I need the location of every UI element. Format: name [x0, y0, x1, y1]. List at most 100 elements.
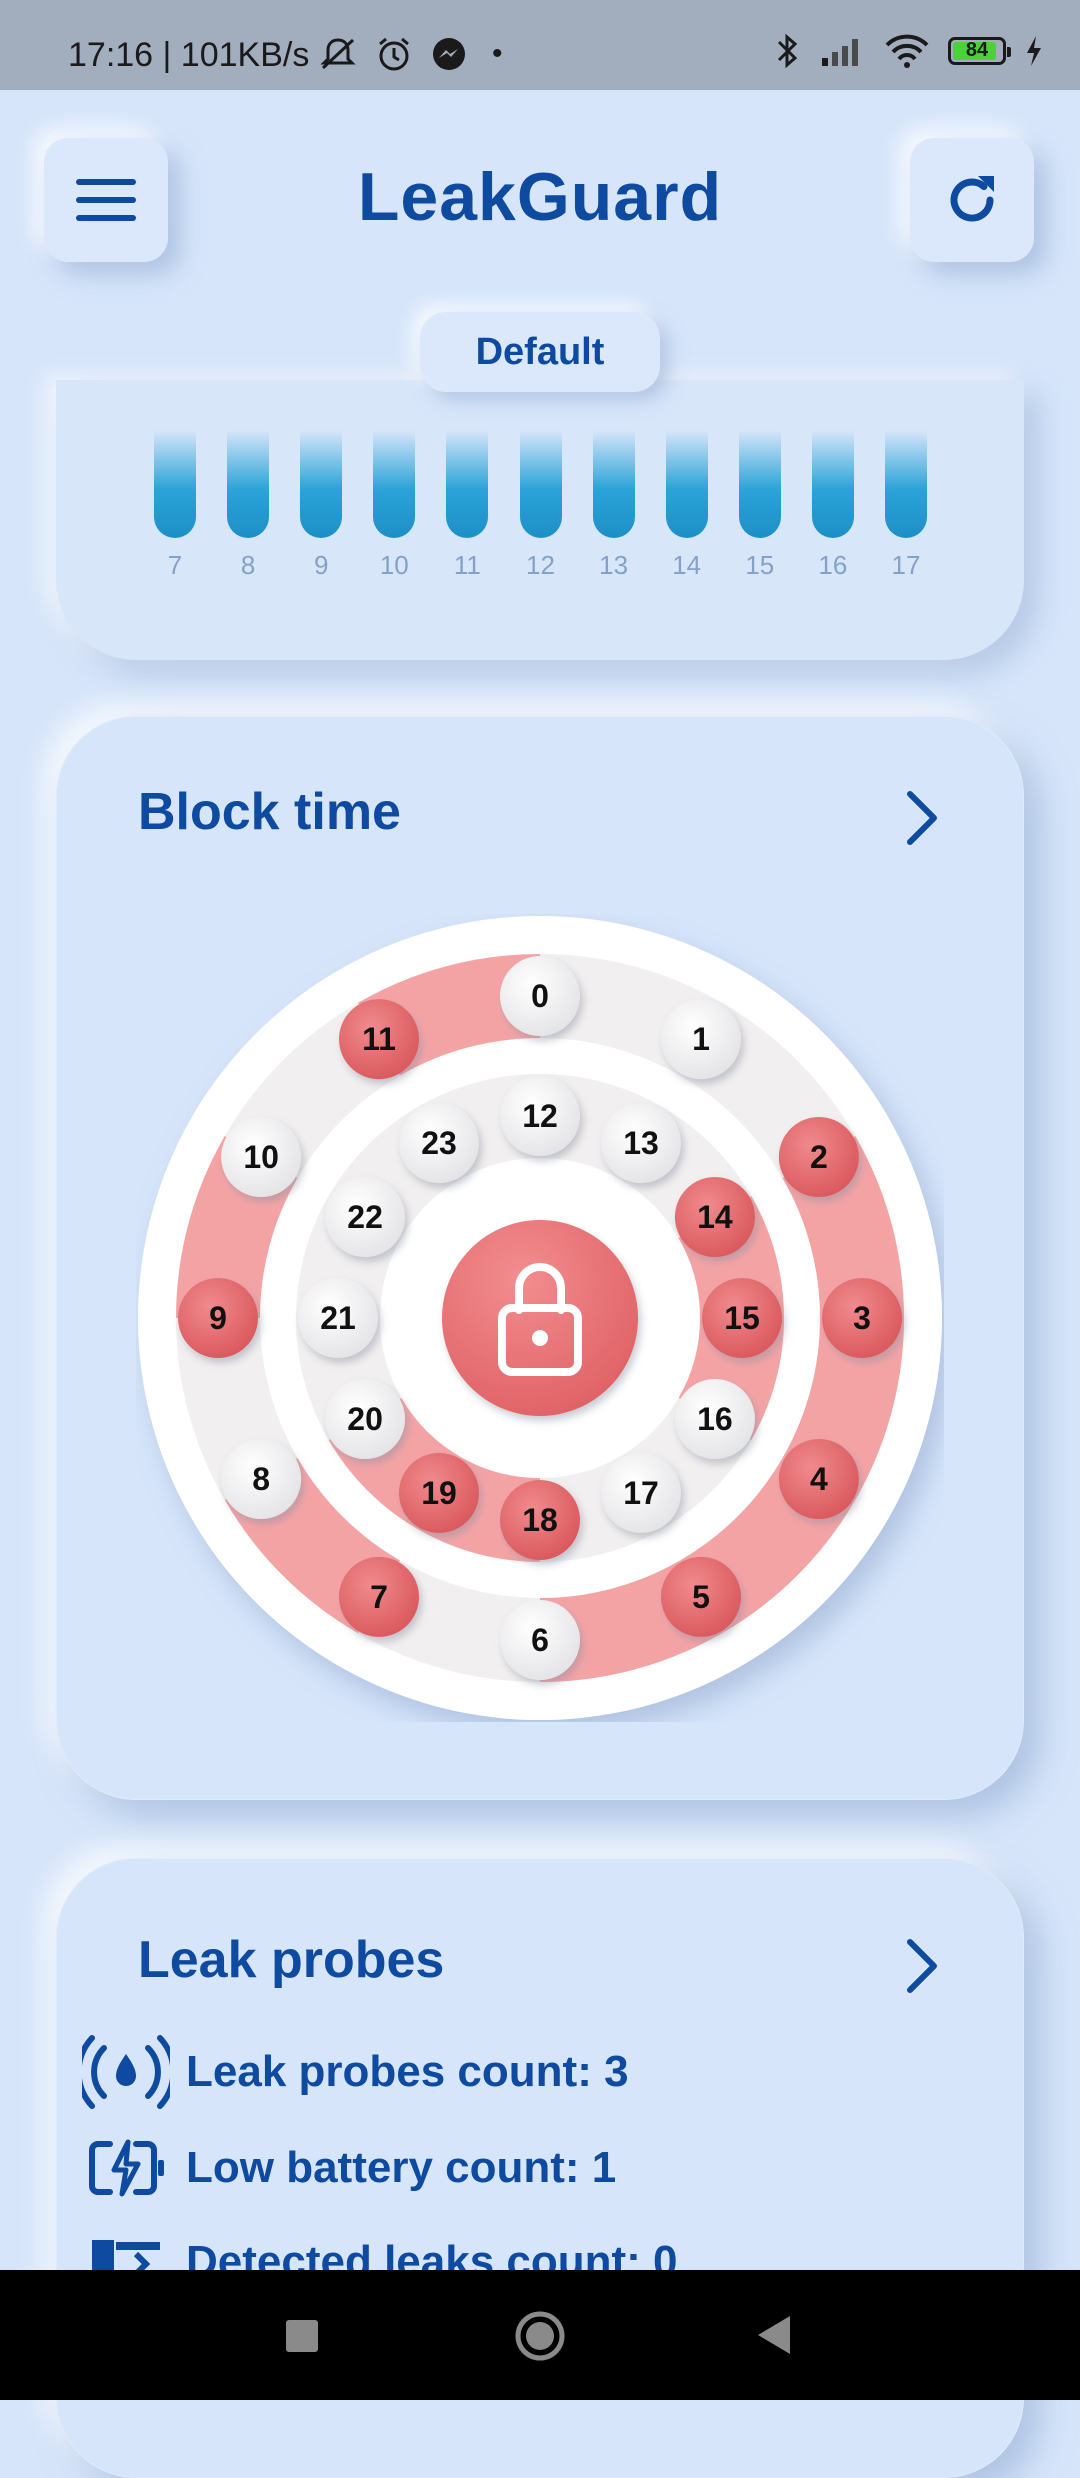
- battery-level: 84: [965, 39, 989, 61]
- status-system-icons: 84: [774, 32, 1044, 70]
- hour-label: 23: [421, 1125, 457, 1161]
- hour-label: 19: [421, 1475, 457, 1511]
- leak-probes-count-row: Leak probes count: 3: [82, 2032, 629, 2112]
- refresh-icon: [950, 176, 994, 222]
- recent-apps-button[interactable]: [286, 2320, 318, 2352]
- hour-label: 0: [531, 978, 549, 1014]
- hour-button-20[interactable]: 20: [325, 1379, 406, 1459]
- usage-bar-fill: [811, 430, 854, 538]
- usage-bar-fill: [738, 430, 781, 538]
- silent-bell-icon: [320, 38, 356, 70]
- usage-bar-fill: [373, 430, 416, 538]
- hour-label: 21: [320, 1300, 356, 1336]
- hour-label: 17: [623, 1475, 659, 1511]
- usage-bar-fill: [227, 430, 270, 538]
- hour-button-7[interactable]: 7: [339, 1556, 419, 1637]
- chevron-right-icon[interactable]: [902, 1936, 942, 1996]
- usage-bar-label: 12: [526, 550, 555, 580]
- leak-probes-title: Leak probes: [138, 1931, 445, 1989]
- hour-button-4[interactable]: 4: [778, 1439, 859, 1519]
- usage-bar-fill: [154, 430, 196, 538]
- chevron-right-icon[interactable]: [902, 788, 942, 848]
- hour-label: 2: [810, 1139, 828, 1175]
- low-battery-icon: [82, 2128, 170, 2208]
- hour-button-8[interactable]: 8: [221, 1439, 302, 1519]
- more-dot-icon: •: [492, 37, 503, 70]
- hour-button-9[interactable]: 9: [178, 1278, 258, 1358]
- hour-label: 3: [853, 1300, 871, 1336]
- bluetooth-icon: [777, 33, 798, 69]
- usage-bar-fill: [592, 430, 635, 538]
- charging-icon: [1027, 36, 1041, 66]
- hour-label: 15: [724, 1300, 760, 1336]
- usage-bar-label: 13: [599, 550, 629, 580]
- status-time-speed: 17:16 | 101KB/s: [68, 36, 310, 74]
- hour-button-22[interactable]: 22: [325, 1177, 406, 1257]
- hour-button-11[interactable]: 11: [339, 999, 419, 1080]
- hour-label: 5: [692, 1579, 710, 1615]
- profile-selector[interactable]: Default: [420, 312, 660, 392]
- hour-button-1[interactable]: 1: [661, 999, 741, 1080]
- hour-button-5[interactable]: 5: [661, 1556, 741, 1637]
- low-battery-count-row: Low battery count: 1: [82, 2128, 616, 2208]
- usage-bar-label: 14: [672, 550, 702, 580]
- hour-label: 6: [531, 1622, 549, 1658]
- hour-label: 8: [252, 1461, 270, 1497]
- leak-probes-count-text: Leak probes count: 3: [186, 2047, 629, 2096]
- water-signal-icon: [82, 2032, 170, 2112]
- hour-label: 11: [362, 1021, 396, 1057]
- hour-button-0[interactable]: 0: [500, 956, 580, 1036]
- usage-bar-fill: [300, 430, 343, 538]
- hour-button-21[interactable]: 21: [298, 1278, 378, 1358]
- hour-label: 1: [692, 1021, 710, 1057]
- usage-bar-fill: [446, 430, 489, 538]
- hour-button-13[interactable]: 13: [601, 1103, 681, 1184]
- hour-button-15[interactable]: 15: [702, 1278, 782, 1358]
- hourly-usage-chart: 7 8 9 10 11 12 13 14 15 16 17: [96, 410, 976, 580]
- system-navigation-bar: [0, 2270, 1080, 2400]
- status-bar: 17:16 | 101KB/s • 84: [0, 0, 1080, 90]
- hour-button-18[interactable]: 18: [500, 1480, 580, 1560]
- hour-button-6[interactable]: 6: [500, 1600, 580, 1680]
- hour-button-23[interactable]: 23: [399, 1103, 479, 1184]
- usage-bar-label: 9: [313, 550, 329, 580]
- usage-bar-label: 16: [818, 550, 848, 580]
- lock-button[interactable]: [442, 1220, 638, 1416]
- hour-button-2[interactable]: 2: [778, 1117, 859, 1197]
- hour-label: 12: [522, 1098, 558, 1134]
- wifi-icon: [885, 34, 929, 68]
- battery-icon: 84: [948, 37, 1011, 65]
- home-button[interactable]: [514, 2310, 566, 2362]
- signal-icon: [822, 39, 858, 66]
- usage-bar-label: 10: [379, 550, 409, 580]
- block-time-title: Block time: [138, 783, 401, 841]
- hour-button-16[interactable]: 16: [674, 1379, 755, 1459]
- hour-label: 18: [522, 1502, 558, 1538]
- hour-button-19[interactable]: 19: [399, 1452, 479, 1533]
- hour-label: 13: [623, 1125, 659, 1161]
- hour-button-12[interactable]: 12: [500, 1076, 580, 1156]
- usage-bar-label: 17: [891, 550, 921, 580]
- usage-bar-fill: [885, 430, 927, 538]
- hour-label: 7: [370, 1579, 388, 1615]
- usage-bar-label: 11: [453, 550, 481, 580]
- hour-button-3[interactable]: 3: [822, 1278, 902, 1358]
- hour-button-10[interactable]: 10: [221, 1117, 302, 1197]
- usage-bar-fill: [665, 430, 708, 538]
- hour-label: 14: [697, 1199, 733, 1235]
- alarm-icon: [379, 37, 409, 71]
- hour-label: 10: [243, 1139, 279, 1175]
- refresh-button[interactable]: [910, 138, 1034, 262]
- usage-bar-label: 8: [240, 550, 256, 580]
- hour-button-14[interactable]: 14: [674, 1177, 755, 1257]
- usage-bar-fill: [519, 430, 562, 538]
- usage-bar-label: 15: [745, 550, 775, 580]
- hour-label: 22: [347, 1199, 383, 1235]
- hour-button-17[interactable]: 17: [601, 1452, 681, 1533]
- block-time-dial[interactable]: 01234567891011121314151617181920212223: [136, 914, 944, 1722]
- hour-label: 9: [209, 1300, 227, 1336]
- hour-label: 4: [810, 1461, 828, 1497]
- messenger-icon: [433, 38, 465, 70]
- usage-bar-label: 7: [167, 550, 183, 580]
- back-button[interactable]: [756, 2314, 792, 2356]
